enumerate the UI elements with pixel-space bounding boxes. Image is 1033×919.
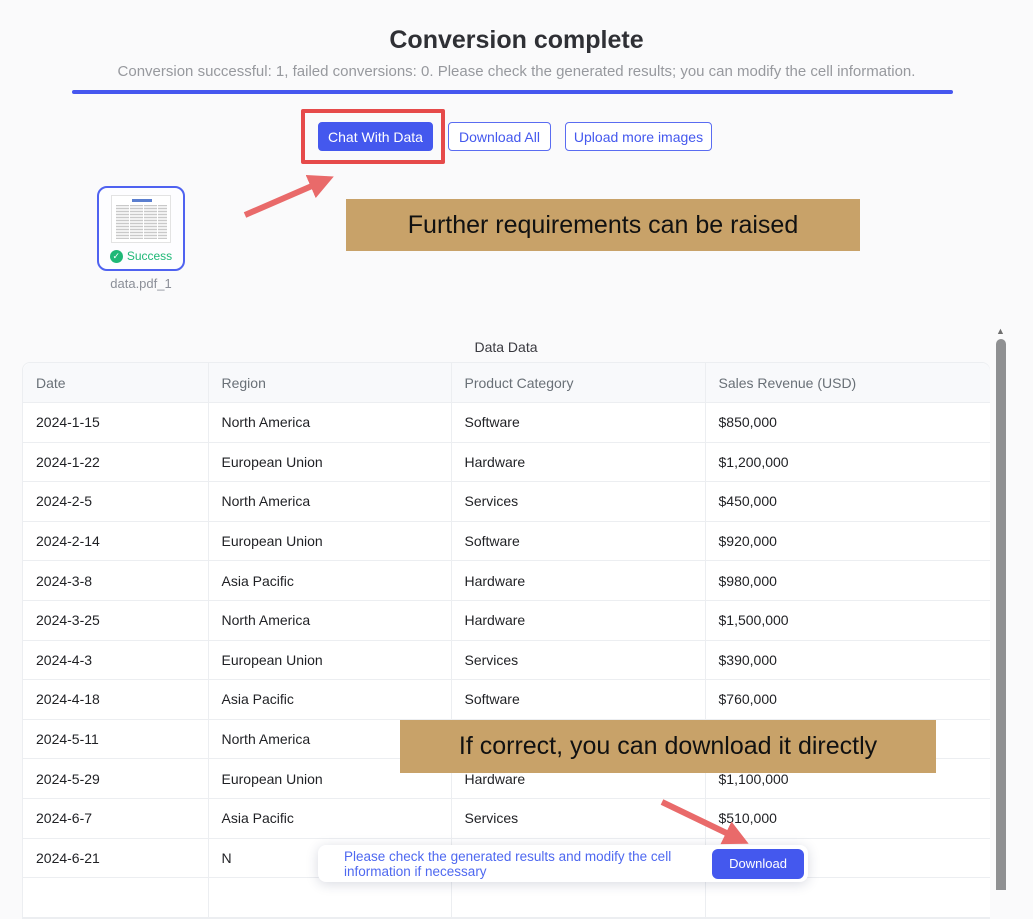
table-cell[interactable]: Hardware [451, 759, 705, 799]
success-check-icon: ✓ [110, 250, 123, 263]
table-cell[interactable]: North America [208, 403, 451, 443]
file-preview-thumbnail [111, 195, 171, 243]
table-cell[interactable]: 2024-1-22 [23, 442, 208, 482]
table-cell[interactable]: Software [451, 403, 705, 443]
annotation-note-further-requirements: Further requirements can be raised [346, 199, 860, 251]
table-cell[interactable]: European Union [208, 521, 451, 561]
table-row: 2024-5-29European UnionHardware$1,100,00… [23, 759, 990, 799]
table-cell[interactable]: 2024-2-5 [23, 482, 208, 522]
table-cell[interactable]: $510,000 [705, 798, 990, 838]
table-cell[interactable]: $390,000 [705, 640, 990, 680]
table-cell[interactable]: European Union [208, 640, 451, 680]
table-row: 2024-3-8Asia PacificHardware$980,000 [23, 561, 990, 601]
scrollbar-thumb[interactable] [996, 339, 1006, 890]
table-cell[interactable]: 2024-6-21 [23, 838, 208, 878]
table-cell[interactable] [451, 878, 705, 918]
table-cell[interactable]: $980,000 [705, 561, 990, 601]
table-cell[interactable]: $1,500,000 [705, 600, 990, 640]
table-cell[interactable]: 2024-6-7 [23, 798, 208, 838]
table-cell[interactable]: European Union [208, 442, 451, 482]
table-cell[interactable]: Software [451, 521, 705, 561]
scrollbar-up-arrow[interactable]: ▲ [993, 324, 1008, 338]
table-cell[interactable]: European Union [208, 759, 451, 799]
data-table-container: DateRegionProduct CategorySales Revenue … [22, 362, 990, 919]
status-badge: ✓ Success [99, 249, 183, 263]
table-cell[interactable]: Hardware [451, 561, 705, 601]
table-cell[interactable]: North America [208, 719, 451, 759]
footer-hint-bar: Please check the generated results and m… [318, 845, 808, 882]
table-cell[interactable]: Asia Pacific [208, 680, 451, 720]
table-cell[interactable] [705, 878, 990, 918]
chat-with-data-button[interactable]: Chat With Data [318, 122, 433, 151]
table-cell[interactable]: 2024-4-3 [23, 640, 208, 680]
table-cell[interactable] [705, 719, 990, 759]
table-title: Data Data [22, 339, 990, 355]
table-cell[interactable]: $450,000 [705, 482, 990, 522]
table-cell[interactable] [451, 719, 705, 759]
download-button[interactable]: Download [712, 849, 804, 879]
table-row: 2024-4-18Asia PacificSoftware$760,000 [23, 680, 990, 720]
table-row: 2024-6-7Asia PacificServices$510,000 [23, 798, 990, 838]
table-row: 2024-5-11North America [23, 719, 990, 759]
column-header: Region [208, 363, 451, 403]
header-divider [72, 90, 953, 94]
table-cell[interactable]: $920,000 [705, 521, 990, 561]
table-row: 2024-1-15North AmericaSoftware$850,000 [23, 403, 990, 443]
column-header: Product Category [451, 363, 705, 403]
table-cell[interactable]: Hardware [451, 442, 705, 482]
file-name-label: data.pdf_1 [87, 276, 195, 291]
table-cell[interactable]: North America [208, 482, 451, 522]
data-table: DateRegionProduct CategorySales Revenue … [23, 363, 990, 918]
table-cell[interactable]: Hardware [451, 600, 705, 640]
table-cell[interactable]: Asia Pacific [208, 798, 451, 838]
preview-table-rows [115, 205, 167, 239]
table-cell[interactable]: 2024-3-8 [23, 561, 208, 601]
table-cell[interactable]: $850,000 [705, 403, 990, 443]
table-cell[interactable]: 2024-4-18 [23, 680, 208, 720]
page-subtitle: Conversion successful: 1, failed convers… [0, 63, 1033, 80]
preview-title-bar [132, 199, 152, 202]
file-card[interactable]: ✓ Success [97, 186, 185, 271]
page-title: Conversion complete [0, 26, 1033, 55]
table-row: 2024-4-3European UnionServices$390,000 [23, 640, 990, 680]
table-cell[interactable]: Services [451, 798, 705, 838]
table-cell[interactable]: Services [451, 640, 705, 680]
table-row [23, 878, 990, 918]
table-cell[interactable]: $1,100,000 [705, 759, 990, 799]
table-cell[interactable]: 2024-5-11 [23, 719, 208, 759]
table-row: 2024-2-14European UnionSoftware$920,000 [23, 521, 990, 561]
annotation-arrow-to-chat [228, 165, 353, 227]
table-cell[interactable]: North America [208, 600, 451, 640]
column-header: Sales Revenue (USD) [705, 363, 990, 403]
status-label: Success [127, 249, 172, 263]
table-row: 2024-1-22European UnionHardware$1,200,00… [23, 442, 990, 482]
table-cell[interactable]: 2024-5-29 [23, 759, 208, 799]
table-cell[interactable]: Software [451, 680, 705, 720]
table-cell[interactable] [208, 878, 451, 918]
table-cell[interactable]: $1,200,000 [705, 442, 990, 482]
column-header: Date [23, 363, 208, 403]
table-cell[interactable]: 2024-3-25 [23, 600, 208, 640]
table-row: 2024-3-25North AmericaHardware$1,500,000 [23, 600, 990, 640]
table-cell[interactable]: Services [451, 482, 705, 522]
upload-more-images-button[interactable]: Upload more images [565, 122, 712, 151]
table-cell[interactable]: 2024-1-15 [23, 403, 208, 443]
table-header-row: DateRegionProduct CategorySales Revenue … [23, 363, 990, 403]
download-all-button[interactable]: Download All [448, 122, 551, 151]
footer-message: Please check the generated results and m… [344, 849, 712, 879]
table-cell[interactable]: 2024-2-14 [23, 521, 208, 561]
table-cell[interactable]: Asia Pacific [208, 561, 451, 601]
table-cell[interactable] [23, 878, 208, 918]
table-row: 2024-2-5North AmericaServices$450,000 [23, 482, 990, 522]
table-cell[interactable]: $760,000 [705, 680, 990, 720]
